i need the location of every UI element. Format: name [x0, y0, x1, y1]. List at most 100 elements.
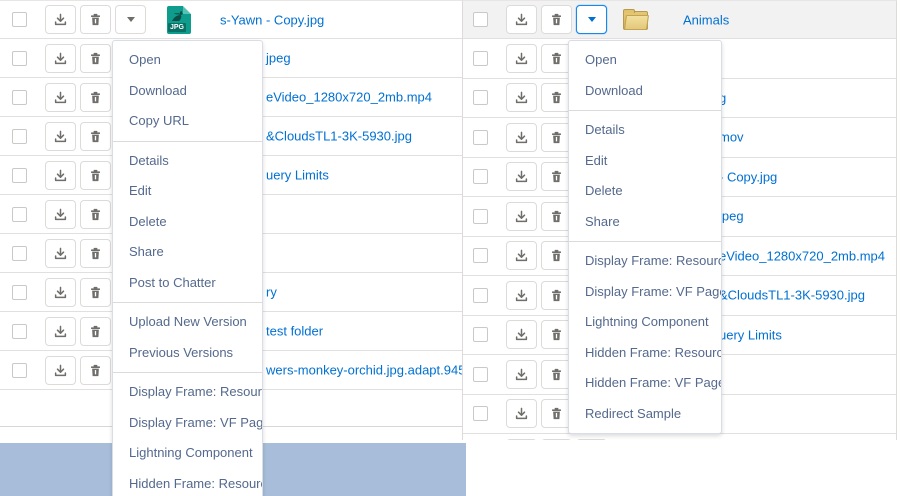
menu-item[interactable]: Delete: [569, 176, 721, 207]
menu-item[interactable]: Open: [569, 45, 721, 76]
menu-item[interactable]: Edit: [569, 146, 721, 177]
row-actions-dropdown-button[interactable]: [576, 5, 607, 34]
row-checkbox[interactable]: [473, 327, 488, 342]
download-button[interactable]: [506, 162, 537, 191]
file-name-link[interactable]: Animals: [683, 12, 729, 27]
download-button[interactable]: [45, 161, 76, 190]
file-name-link-partial[interactable]: mov: [719, 130, 744, 145]
menu-item[interactable]: Details: [113, 146, 262, 177]
menu-item[interactable]: Redirect Sample: [569, 399, 721, 430]
menu-item[interactable]: Previous Versions: [113, 338, 262, 369]
file-name-link-partial[interactable]: eVideo_1280x720_2mb.mp4: [266, 90, 432, 105]
row-checkbox[interactable]: [12, 285, 27, 300]
download-button[interactable]: [506, 83, 537, 112]
menu-item[interactable]: Details: [569, 115, 721, 146]
download-button[interactable]: [45, 317, 76, 346]
download-button[interactable]: [45, 5, 76, 34]
delete-button[interactable]: [80, 278, 111, 307]
row-checkbox[interactable]: [12, 324, 27, 339]
menu-item[interactable]: Download: [113, 76, 262, 107]
download-button[interactable]: [506, 241, 537, 270]
menu-item[interactable]: Edit: [113, 176, 262, 207]
row-checkbox[interactable]: [12, 12, 27, 27]
menu-item[interactable]: Display Frame: VF Page: [569, 277, 721, 308]
row-checkbox[interactable]: [473, 12, 488, 27]
delete-button[interactable]: [80, 200, 111, 229]
download-button[interactable]: [506, 202, 537, 231]
row-checkbox[interactable]: [473, 367, 488, 382]
menu-item[interactable]: Hidden Frame: Resource: [569, 338, 721, 369]
delete-button[interactable]: [541, 5, 572, 34]
menu-item[interactable]: Lightning Component: [113, 438, 262, 469]
row-checkbox[interactable]: [473, 209, 488, 224]
download-button[interactable]: [506, 360, 537, 389]
row-checkbox[interactable]: [473, 248, 488, 263]
menu-item[interactable]: Share: [113, 237, 262, 268]
delete-button[interactable]: [80, 317, 111, 346]
download-button[interactable]: [45, 278, 76, 307]
menu-item[interactable]: Lightning Component: [569, 307, 721, 338]
menu-item[interactable]: Delete: [113, 207, 262, 238]
download-button[interactable]: [506, 123, 537, 152]
download-button[interactable]: [506, 320, 537, 349]
file-name-link-partial[interactable]: test folder: [266, 324, 323, 339]
delete-button[interactable]: [80, 122, 111, 151]
row-actions-dropdown-button[interactable]: [115, 5, 146, 34]
file-name-link-partial[interactable]: ry: [266, 285, 277, 300]
menu-item[interactable]: Hidden Frame: VF Page: [569, 368, 721, 399]
menu-item[interactable]: Display Frame: Resource: [569, 246, 721, 277]
file-name-link-partial[interactable]: uery Limits: [719, 327, 782, 342]
delete-button[interactable]: [80, 44, 111, 73]
download-icon: [53, 207, 68, 222]
row-checkbox[interactable]: [473, 51, 488, 66]
row-checkbox[interactable]: [12, 51, 27, 66]
row-checkbox[interactable]: [12, 90, 27, 105]
file-name-link-partial[interactable]: uery Limits: [266, 168, 329, 183]
row-checkbox[interactable]: [12, 246, 27, 261]
menu-item[interactable]: Open: [113, 45, 262, 76]
menu-item[interactable]: Copy URL: [113, 106, 262, 137]
download-button[interactable]: [506, 399, 537, 428]
row-checkbox[interactable]: [12, 168, 27, 183]
file-name-link-partial[interactable]: jpeg: [266, 51, 291, 66]
delete-button[interactable]: [80, 356, 111, 385]
row-checkbox[interactable]: [473, 406, 488, 421]
row-checkbox[interactable]: [12, 129, 27, 144]
download-button[interactable]: [45, 200, 76, 229]
download-button[interactable]: [506, 5, 537, 34]
file-name-link-partial[interactable]: &CloudsTL1-3K-5930.jpg: [266, 129, 412, 144]
row-actions-dropdown-button[interactable]: [576, 439, 607, 440]
menu-item[interactable]: Display Frame: VF Page: [113, 408, 262, 439]
download-button[interactable]: [45, 356, 76, 385]
delete-button[interactable]: [80, 83, 111, 112]
row-checkbox[interactable]: [473, 90, 488, 105]
file-name-link-partial[interactable]: eVideo_1280x720_2mb.mp4: [719, 248, 885, 263]
delete-button[interactable]: [80, 239, 111, 268]
file-name-link[interactable]: s-Yawn - Copy.jpg: [220, 12, 324, 27]
menu-item[interactable]: Download: [569, 76, 721, 107]
menu-item[interactable]: Post to Chatter: [113, 268, 262, 299]
menu-item[interactable]: Hidden Frame: Resource: [113, 469, 262, 496]
download-button[interactable]: [506, 281, 537, 310]
row-checkbox[interactable]: [12, 363, 27, 378]
delete-button[interactable]: [80, 5, 111, 34]
row-checkbox[interactable]: [12, 207, 27, 222]
delete-button[interactable]: [80, 161, 111, 190]
file-name-link-partial[interactable]: - Copy.jpg: [719, 169, 777, 184]
download-button[interactable]: [45, 44, 76, 73]
row-checkbox[interactable]: [473, 169, 488, 184]
download-button[interactable]: [45, 239, 76, 268]
file-name-link-partial[interactable]: jpeg: [719, 209, 744, 224]
delete-button[interactable]: [541, 439, 572, 440]
download-button[interactable]: [506, 439, 537, 440]
menu-item[interactable]: Display Frame: Resource: [113, 377, 262, 408]
menu-item[interactable]: Share: [569, 207, 721, 238]
file-name-link-partial[interactable]: wers-monkey-orchid.jpg.adapt.945.: [266, 363, 469, 378]
download-button[interactable]: [45, 83, 76, 112]
menu-item[interactable]: Upload New Version: [113, 307, 262, 338]
row-checkbox[interactable]: [473, 130, 488, 145]
download-button[interactable]: [506, 44, 537, 73]
row-checkbox[interactable]: [473, 288, 488, 303]
download-button[interactable]: [45, 122, 76, 151]
file-name-link-partial[interactable]: &CloudsTL1-3K-5930.jpg: [719, 288, 865, 303]
